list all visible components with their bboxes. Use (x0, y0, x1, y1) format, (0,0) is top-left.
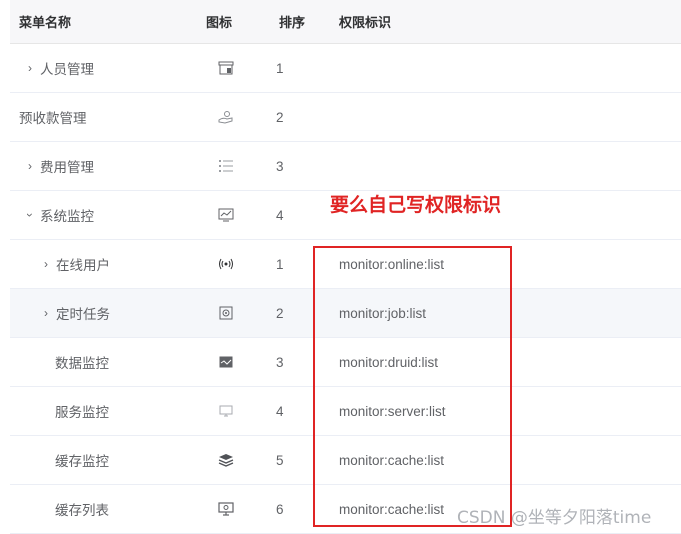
menu-name: 预收款管理 (19, 111, 87, 126)
menu-name: 服务监控 (55, 405, 109, 420)
menu-name: 系统监控 (40, 209, 94, 224)
watermark: CSDN @坐等夕阳落time (457, 508, 652, 528)
column-header-perm[interactable]: 权限标识 (339, 0, 619, 43)
menu-name: 人员管理 (40, 62, 94, 77)
table-row[interactable]: › 费用管理 3 (10, 142, 681, 191)
menu-order: 3 (276, 354, 284, 370)
annotation-box (313, 246, 512, 527)
menu-order: 4 (276, 403, 284, 419)
screen-icon (206, 485, 246, 533)
menu-name: 缓存监控 (55, 454, 109, 469)
signal-icon (206, 240, 246, 288)
server-icon (206, 387, 246, 435)
hand-money-icon (206, 93, 246, 141)
chevron-down-icon[interactable]: › (23, 207, 37, 223)
menu-perm (339, 44, 619, 92)
table-header: 菜单名称 图标 排序 权限标识 (10, 0, 681, 44)
table-row[interactable]: › 人员管理 1 (10, 44, 681, 93)
menu-name: 在线用户 (56, 258, 110, 273)
chevron-right-icon[interactable]: › (22, 159, 38, 173)
chevron-right-icon[interactable]: › (38, 306, 54, 320)
menu-order: 2 (276, 109, 284, 125)
column-header-order[interactable]: 排序 (279, 0, 309, 43)
job-icon (206, 289, 246, 337)
menu-order: 4 (276, 207, 284, 223)
menu-order: 5 (276, 452, 284, 468)
menu-name: 定时任务 (56, 307, 110, 322)
column-header-name[interactable]: 菜单名称 (10, 0, 199, 43)
list-icon (206, 142, 246, 190)
menu-perm (339, 93, 619, 141)
chevron-right-icon[interactable]: › (38, 257, 54, 271)
store-icon (206, 44, 246, 92)
menu-name: 数据监控 (55, 356, 109, 371)
menu-name: 缓存列表 (55, 503, 109, 518)
annotation-text: 要么自己写权限标识 (330, 194, 502, 216)
menu-order: 3 (276, 158, 284, 174)
table-row[interactable]: 预收款管理 2 (10, 93, 681, 142)
chevron-right-icon[interactable]: › (22, 61, 38, 75)
data-monitor-icon (206, 338, 246, 386)
menu-perm (339, 142, 619, 190)
menu-name: 费用管理 (40, 160, 94, 175)
menu-order: 1 (276, 256, 284, 272)
menu-order: 2 (276, 305, 284, 321)
layers-icon (206, 436, 246, 484)
menu-order: 6 (276, 501, 284, 517)
column-header-icon[interactable]: 图标 (206, 0, 246, 43)
menu-order: 1 (276, 60, 284, 76)
monitor-chart-icon (206, 191, 246, 239)
